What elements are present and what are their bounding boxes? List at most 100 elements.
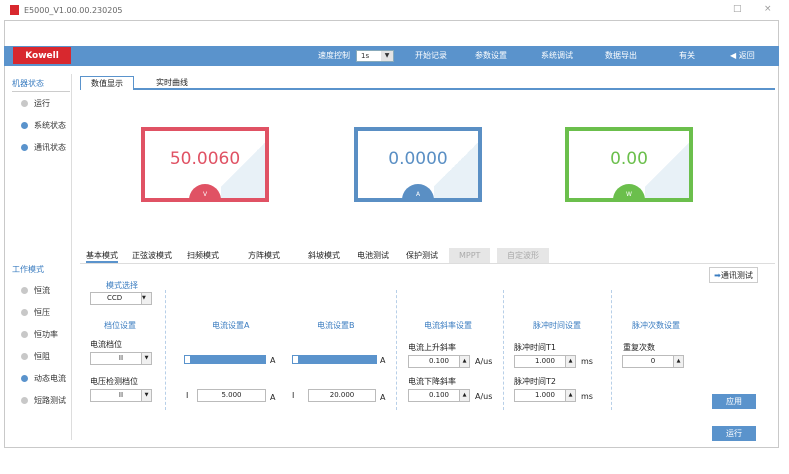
voltage-value: 50.0060 [169, 149, 241, 169]
status-label: 通讯状态 [34, 142, 66, 152]
mode-cp[interactable]: 恒功率 [12, 323, 71, 345]
currentB-slider[interactable] [292, 355, 377, 364]
run-button[interactable]: 运行 [712, 426, 756, 441]
fall-value: 0.100 [428, 391, 450, 399]
tab-battery[interactable]: 电池测试 [357, 248, 389, 263]
mode-select[interactable]: CCD ▼ [90, 292, 152, 305]
tab-realtime[interactable]: 实时曲线 [146, 76, 198, 90]
mode-select-value: CCD [107, 294, 123, 302]
fall-input[interactable]: 0.100 ▲ [408, 389, 470, 402]
tab-basic[interactable]: 基本模式 [86, 248, 118, 263]
cycle-title: 脉冲次数设置 [632, 321, 680, 330]
view-tabs: 数值显示 实时曲线 [80, 74, 775, 90]
slope-title: 电流斜率设置 [424, 321, 472, 330]
divider [396, 290, 397, 410]
start-record-button[interactable]: 开始记录 [415, 46, 447, 66]
stepper-icon[interactable]: ▲ [459, 390, 469, 401]
currentB-unit2: A [380, 393, 386, 402]
t1-value: 1.000 [534, 357, 556, 365]
rise-value: 0.100 [428, 357, 450, 365]
speed-select[interactable]: 1s ▼ [356, 50, 394, 62]
tab-sine[interactable]: 正弦波模式 [132, 248, 172, 263]
about-button[interactable]: 有关 [679, 46, 695, 66]
toolbar: Kowell 速度控制 1s ▼ 开始记录 参数设置 系统调试 数据导出 有关 ◀… [4, 46, 779, 66]
t2-value: 1.000 [534, 391, 556, 399]
currentA-low: I [186, 391, 189, 400]
brand-logo: Kowell [13, 47, 71, 64]
tab-mppt: MPPT [449, 248, 491, 263]
power-gauge: 0.00 W [565, 127, 693, 202]
voltage-range-select[interactable]: II ▼ [90, 389, 152, 402]
t2-input[interactable]: 1.000 ▲ [514, 389, 576, 402]
apply-button[interactable]: 应用 [712, 394, 756, 409]
currentA-slider[interactable] [184, 355, 266, 364]
back-label: 返回 [738, 51, 755, 60]
mode-label: 恒流 [34, 285, 50, 295]
power-unit: W [613, 184, 645, 198]
status-item-comm: 通讯状态 [12, 136, 71, 158]
status-dot-icon [21, 99, 28, 107]
speed-value: 1s [361, 52, 370, 60]
divider [165, 290, 166, 410]
count-input[interactable]: 0 ▲ [622, 355, 684, 368]
minimize-icon[interactable]: □ [733, 4, 742, 14]
status-label: 系统状态 [34, 120, 66, 130]
tab-protect[interactable]: 保护测试 [406, 248, 438, 263]
voltage-gauge: 50.0060 V [141, 127, 269, 202]
tab-ramp[interactable]: 斜坡模式 [308, 248, 340, 263]
t1-label: 脉冲时间T1 [514, 343, 556, 352]
status-label: 运行 [34, 98, 50, 108]
mode-cr[interactable]: 恒阻 [12, 345, 71, 367]
rise-unit: A/us [475, 357, 493, 366]
radio-icon [21, 330, 28, 338]
fall-label: 电流下降斜率 [408, 377, 456, 386]
stepper-icon[interactable]: ▲ [565, 390, 575, 401]
radio-icon [21, 286, 28, 294]
params-button[interactable]: 参数设置 [475, 46, 507, 66]
currentB-title: 电流设置B [317, 321, 355, 330]
tab-sweep[interactable]: 扫频模式 [187, 248, 219, 263]
current-range-select[interactable]: II ▼ [90, 352, 152, 365]
tab-square[interactable]: 方阵模式 [248, 248, 280, 263]
comm-test-button[interactable]: ➡通讯测试 [709, 267, 758, 283]
data-export-button[interactable]: 数据导出 [605, 46, 637, 66]
rise-label: 电流上升斜率 [408, 343, 456, 352]
close-icon[interactable]: × [764, 4, 772, 14]
t1-input[interactable]: 1.000 ▲ [514, 355, 576, 368]
slider-handle[interactable] [185, 356, 190, 363]
tab-numeric[interactable]: 数值显示 [80, 76, 134, 90]
back-button[interactable]: ◀ 返回 [730, 46, 755, 66]
mode-short[interactable]: 短路测试 [12, 389, 71, 411]
voltage-range-value: II [118, 391, 124, 399]
title-bar: E5000_V1.00.00.230205 □ × [0, 0, 789, 20]
slider-handle[interactable] [293, 356, 298, 363]
stepper-icon[interactable]: ▲ [565, 356, 575, 367]
current-range-value: II [118, 354, 124, 362]
mode-cv[interactable]: 恒压 [12, 301, 71, 323]
currentA-input[interactable]: 5.000 [197, 389, 266, 402]
tab-custom: 自定波形 [497, 248, 549, 263]
divider [611, 290, 612, 410]
chevron-down-icon: ▼ [141, 293, 151, 304]
status-item-system: 系统状态 [12, 114, 71, 136]
voltage-unit: V [189, 184, 221, 198]
currentB-low: I [292, 391, 295, 400]
mode-label: 短路测试 [34, 395, 66, 405]
mode-label: 动态电流 [34, 373, 66, 383]
radio-icon [21, 352, 28, 360]
mode-select-label: 模式选择 [106, 281, 138, 290]
current-range-label: 电流档位 [90, 340, 122, 349]
currentB-input[interactable]: 20.000 [308, 389, 376, 402]
chevron-down-icon: ▼ [141, 353, 151, 364]
mode-cc[interactable]: 恒流 [12, 279, 71, 301]
radio-icon [21, 308, 28, 316]
stepper-icon[interactable]: ▲ [459, 356, 469, 367]
mode-label: 恒压 [34, 307, 50, 317]
mode-head: 工作模式 [12, 265, 44, 274]
current-gauge: 0.0000 A [354, 127, 482, 202]
speed-label: 速度控制 [318, 51, 350, 60]
rise-input[interactable]: 0.100 ▲ [408, 355, 470, 368]
mode-dynamic[interactable]: 动态电流 [12, 367, 71, 389]
stepper-icon[interactable]: ▲ [673, 356, 683, 367]
system-debug-button[interactable]: 系统调试 [541, 46, 573, 66]
